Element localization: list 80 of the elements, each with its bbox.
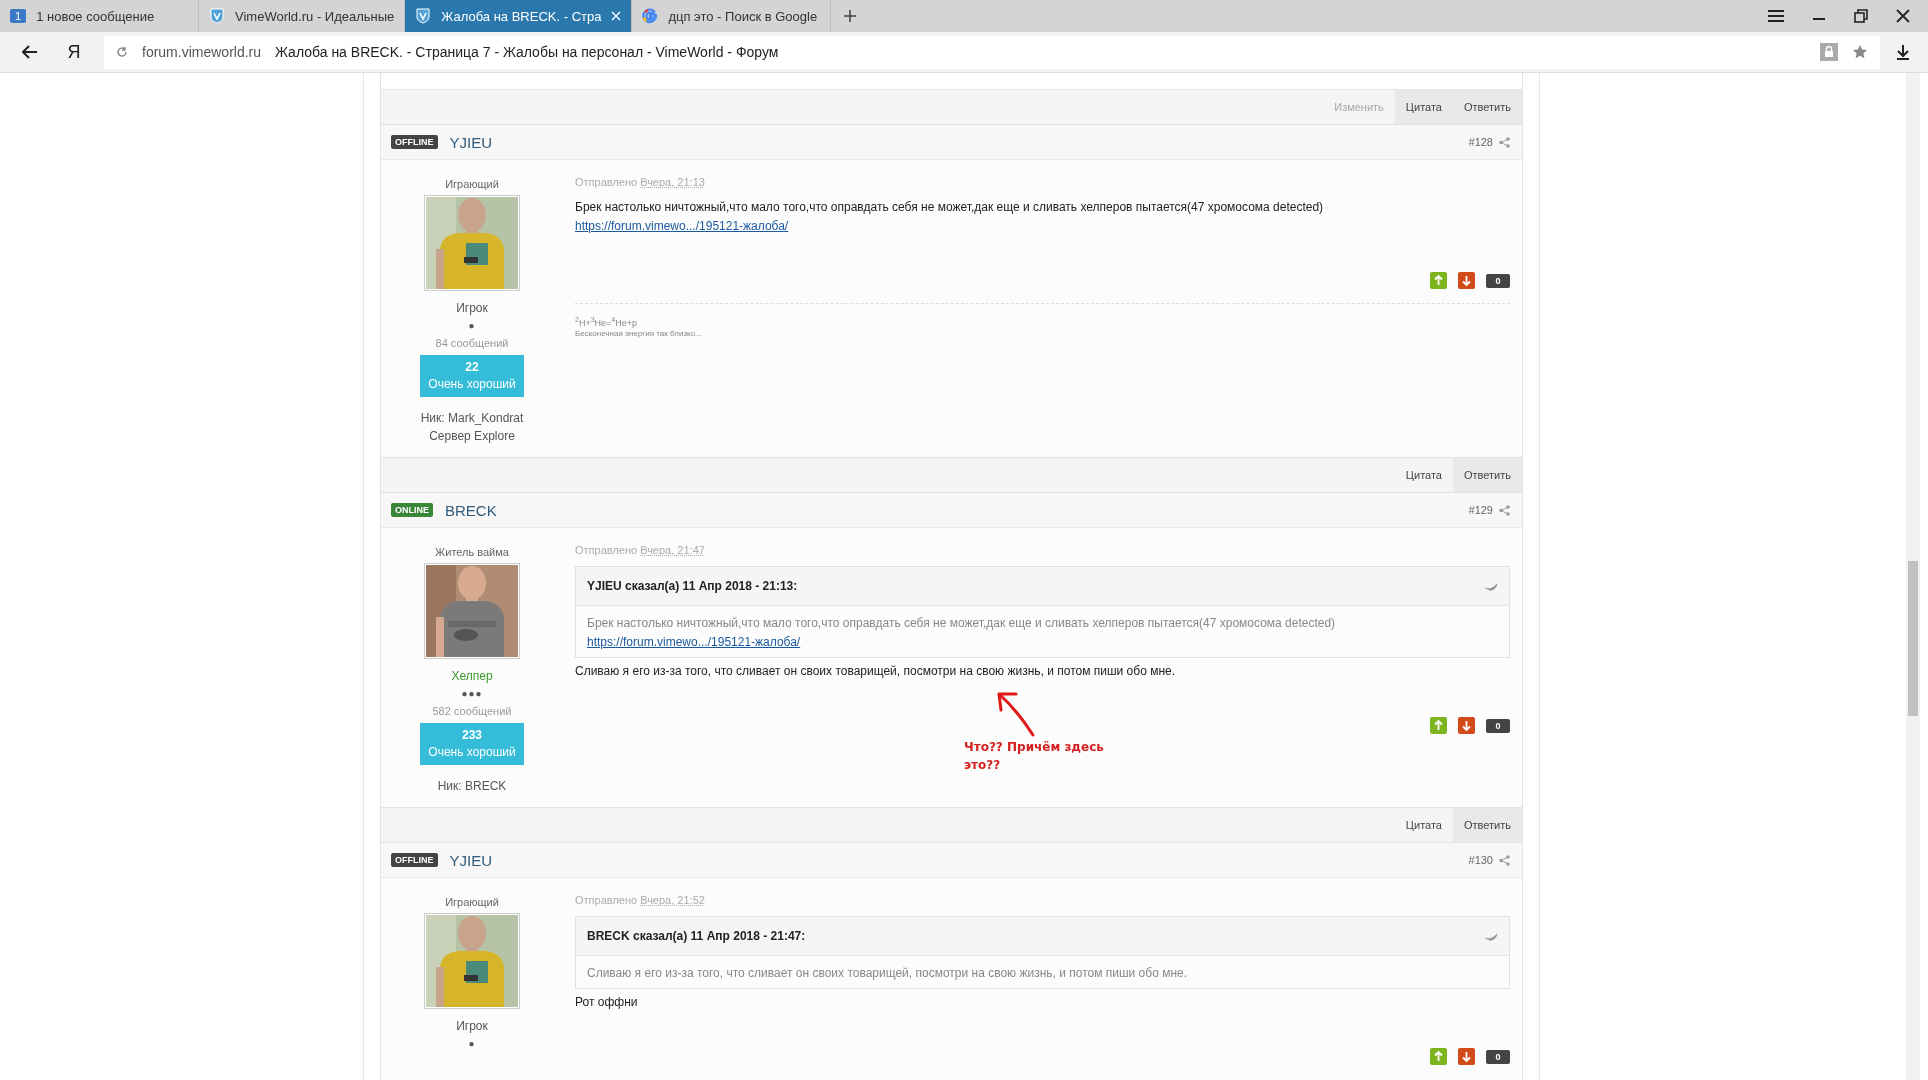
shield-icon [415, 8, 432, 24]
back-icon[interactable] [22, 45, 38, 59]
shield-icon [209, 8, 225, 24]
rank-pips: ●●● [460, 688, 484, 699]
author-name[interactable]: YJIEU [449, 851, 492, 869]
post-action-button[interactable]: Цитата [1394, 458, 1453, 492]
upvote-button[interactable] [1430, 717, 1447, 734]
post-count: 84 сообщений [434, 337, 510, 349]
vote-count: 0 [1486, 1049, 1510, 1064]
post-number[interactable]: #130 [1468, 854, 1493, 866]
user-rank: Игрок [455, 1019, 489, 1033]
status-badge: OFFLINE [391, 853, 438, 867]
user-rank: Хелпер [450, 669, 494, 683]
author-name[interactable]: YJIEU [449, 133, 492, 151]
quote-header: BRECK сказал(а) 11 Апр 2018 - 21:47: [587, 929, 806, 943]
reputation-badge: 233 Очень хороший [420, 723, 524, 765]
reply-arrow-icon[interactable] [1484, 581, 1498, 591]
upvote-button[interactable] [1430, 1048, 1447, 1065]
post-date: Отправлено Вчера, 21:52 [575, 894, 706, 906]
post-link[interactable]: https://forum.vimewo.../195121-жалоба/ [575, 219, 789, 233]
post-count: 582 сообщений [431, 705, 513, 717]
user-rank: Игрок [455, 301, 489, 315]
post-number[interactable]: #128 [1468, 136, 1493, 148]
star-icon[interactable] [1852, 44, 1868, 60]
user-group: Житель вайма [381, 546, 563, 558]
lock-icon[interactable] [1820, 43, 1838, 61]
new-tab-icon[interactable] [843, 9, 858, 23]
profile-field: Сервер Explore [381, 429, 563, 443]
url-domain: forum.vimeworld.ru [142, 44, 262, 60]
annotation-text: Что?? Причём здесь это?? [964, 739, 1105, 774]
downvote-button[interactable] [1458, 1048, 1475, 1065]
profile-field: Ник: BRECK [381, 779, 563, 793]
post-action-button[interactable]: Ответить [1452, 458, 1522, 492]
download-icon[interactable] [1896, 44, 1910, 60]
post-text: Рот оффни [575, 994, 639, 1011]
restore-icon[interactable] [1854, 9, 1868, 23]
post-text: Брек настолько ничтожный,что мало того,что оправдать себя не может,дак еще и сливать хелперов пытается(47 хромосома detected) [575, 199, 1325, 216]
signature-text: Бесконечная энергия так близко... [575, 329, 703, 338]
profile-field: Ник: Mark_Kondrat [381, 411, 563, 425]
reload-icon[interactable] [116, 46, 128, 58]
signature-text: $^{2}$H+$^{3}$He=$^{4}$He+p [575, 315, 639, 329]
page-title: Жалоба на BRECK. - Страница 7 - Жалобы на персонал - VimeWorld - Форум [275, 44, 779, 60]
post-action-button[interactable]: Ответить [1452, 808, 1522, 842]
post-number[interactable]: #129 [1468, 504, 1493, 516]
user-group: Играющий [381, 178, 563, 190]
vote-count: 0 [1486, 718, 1510, 733]
share-icon[interactable] [1499, 854, 1510, 866]
notification-badge: 1 [10, 9, 27, 23]
downvote-button[interactable] [1458, 717, 1475, 734]
share-icon[interactable] [1499, 136, 1510, 148]
status-badge: ONLINE [391, 503, 433, 517]
address-bar[interactable]: forum.vimeworld.ru Жалоба на BRECK. - Страница 7 - Жалобы на персонал - VimeWorld - Форум [104, 35, 1880, 69]
menu-icon[interactable] [1768, 10, 1784, 22]
user-group: Играющий [381, 896, 563, 908]
status-badge: OFFLINE [391, 135, 438, 149]
post-date: Отправлено Вчера, 21:47 [575, 544, 706, 556]
upvote-button[interactable] [1430, 272, 1447, 289]
google-icon [642, 8, 659, 24]
post-date: Отправлено Вчера, 21:13 [575, 176, 706, 188]
post-action-button[interactable]: Ответить [1452, 90, 1522, 124]
author-name[interactable]: BRECK [445, 501, 497, 519]
browser-logo[interactable]: Я [54, 41, 94, 63]
downvote-button[interactable] [1458, 272, 1475, 289]
post-text: Сливаю я его из-за того, что сливает он своих товарищей, посмотри на свою жизнь, и потом пиши обо мне. [587, 965, 1189, 982]
reputation-badge: 22 Очень хороший [420, 355, 524, 397]
share-icon[interactable] [1499, 504, 1510, 516]
browser-tab[interactable]: Жалоба на BRECK. - Стра [405, 0, 633, 32]
post-action-button[interactable]: Цитата [1394, 808, 1453, 842]
scrollbar-thumb[interactable] [1908, 561, 1918, 716]
close-icon[interactable] [1896, 9, 1910, 23]
post-action-button[interactable]: Цитата [1394, 90, 1453, 124]
vote-count: 0 [1486, 273, 1510, 288]
rank-pips: ● [467, 320, 477, 331]
quote-header: YJIEU сказал(а) 11 Апр 2018 - 21:13: [587, 579, 798, 593]
scrollbar[interactable] [1906, 73, 1920, 1080]
post-text: Брек настолько ничтожный,что мало того,что оправдать себя не может,дак еще и сливать хелперов пытается(47 хромосома detected) [587, 615, 1337, 632]
rank-pips: ● [467, 1038, 477, 1049]
post-link[interactable]: https://forum.vimewo.../195121-жалоба/ [587, 635, 801, 649]
reply-arrow-icon[interactable] [1484, 931, 1498, 941]
post-text: Сливаю я его из-за того, что сливает он своих товарищей, посмотри на свою жизнь, и потом пиши обо мне. [575, 663, 1177, 680]
